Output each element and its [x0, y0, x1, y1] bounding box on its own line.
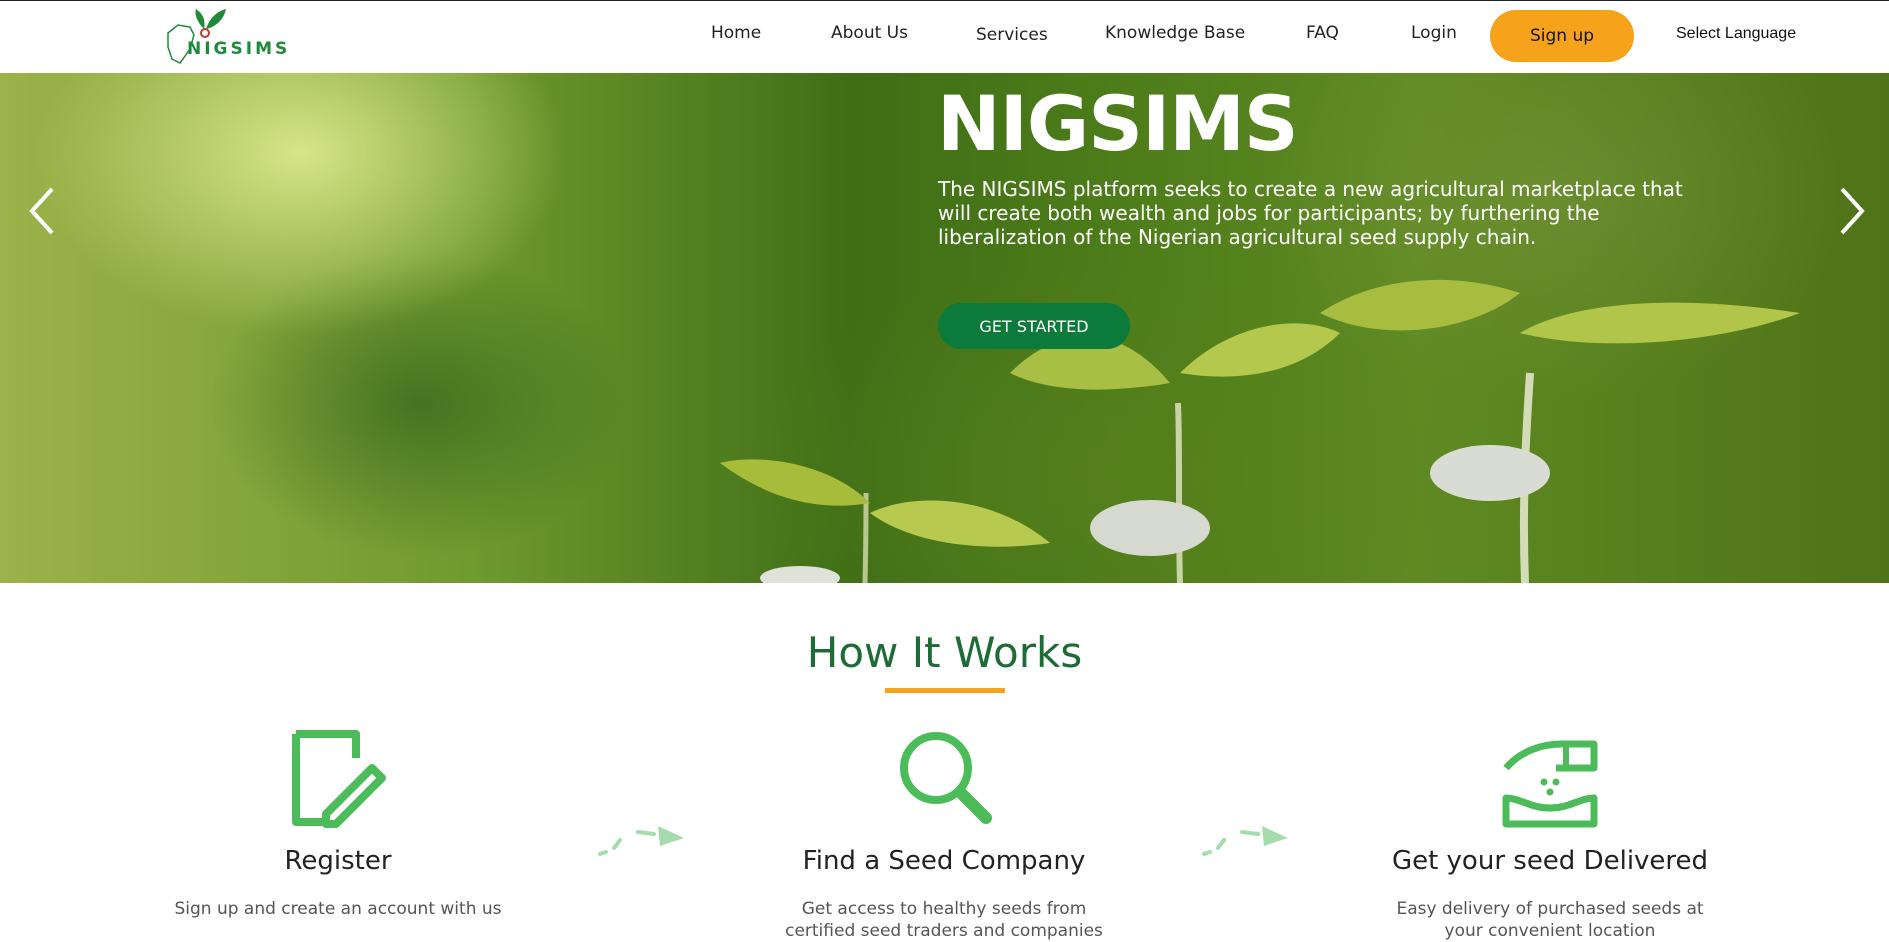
step-register-desc: Sign up and create an account with us	[174, 899, 502, 919]
hero-title: NIGSIMS	[937, 79, 1299, 168]
step-register-title: Register	[284, 846, 392, 876]
nav-about-us[interactable]: About Us	[831, 23, 908, 43]
register-document-pencil-icon	[290, 728, 390, 832]
step-delivery-desc: Easy delivery of purchased seeds at your…	[1396, 899, 1704, 941]
nav-faq[interactable]: FAQ	[1306, 23, 1339, 43]
nav-services[interactable]: Services	[976, 25, 1048, 45]
chevron-left-icon[interactable]	[24, 181, 64, 241]
site-header: NIGSIMS Home About Us Services Knowledge…	[0, 0, 1889, 73]
chevron-right-icon[interactable]	[1830, 181, 1870, 241]
dashed-arrow-icon	[598, 826, 684, 856]
hero-description: The NIGSIMS platform seeks to create a n…	[938, 177, 1683, 249]
get-started-button[interactable]: GET STARTED	[938, 303, 1130, 349]
nigeria-map-leaf-icon	[167, 9, 226, 64]
signup-button[interactable]: Sign up	[1490, 10, 1634, 62]
hero-carousel: NIGSIMS The NIGSIMS platform seeks to cr…	[0, 73, 1889, 583]
nav-login[interactable]: Login	[1411, 23, 1457, 43]
title-underline	[885, 688, 1005, 693]
section-title: How It Works	[806, 628, 1083, 677]
language-selector[interactable]: Select Language	[1676, 25, 1796, 43]
nigsims-logo[interactable]	[164, 5, 294, 69]
logo-text: NIGSIMS	[187, 39, 291, 59]
step-find-company-desc: Get access to healthy seeds from certifi…	[785, 899, 1103, 941]
step-delivery-title: Get your seed Delivered	[1391, 846, 1709, 876]
search-magnifier-icon	[896, 728, 996, 832]
seed-delivery-hand-icon	[1500, 728, 1600, 832]
dashed-arrow-icon	[1202, 826, 1288, 856]
nav-knowledge-base[interactable]: Knowledge Base	[1105, 23, 1245, 43]
step-find-company-title: Find a Seed Company	[802, 846, 1086, 876]
nav-home[interactable]: Home	[711, 23, 761, 43]
